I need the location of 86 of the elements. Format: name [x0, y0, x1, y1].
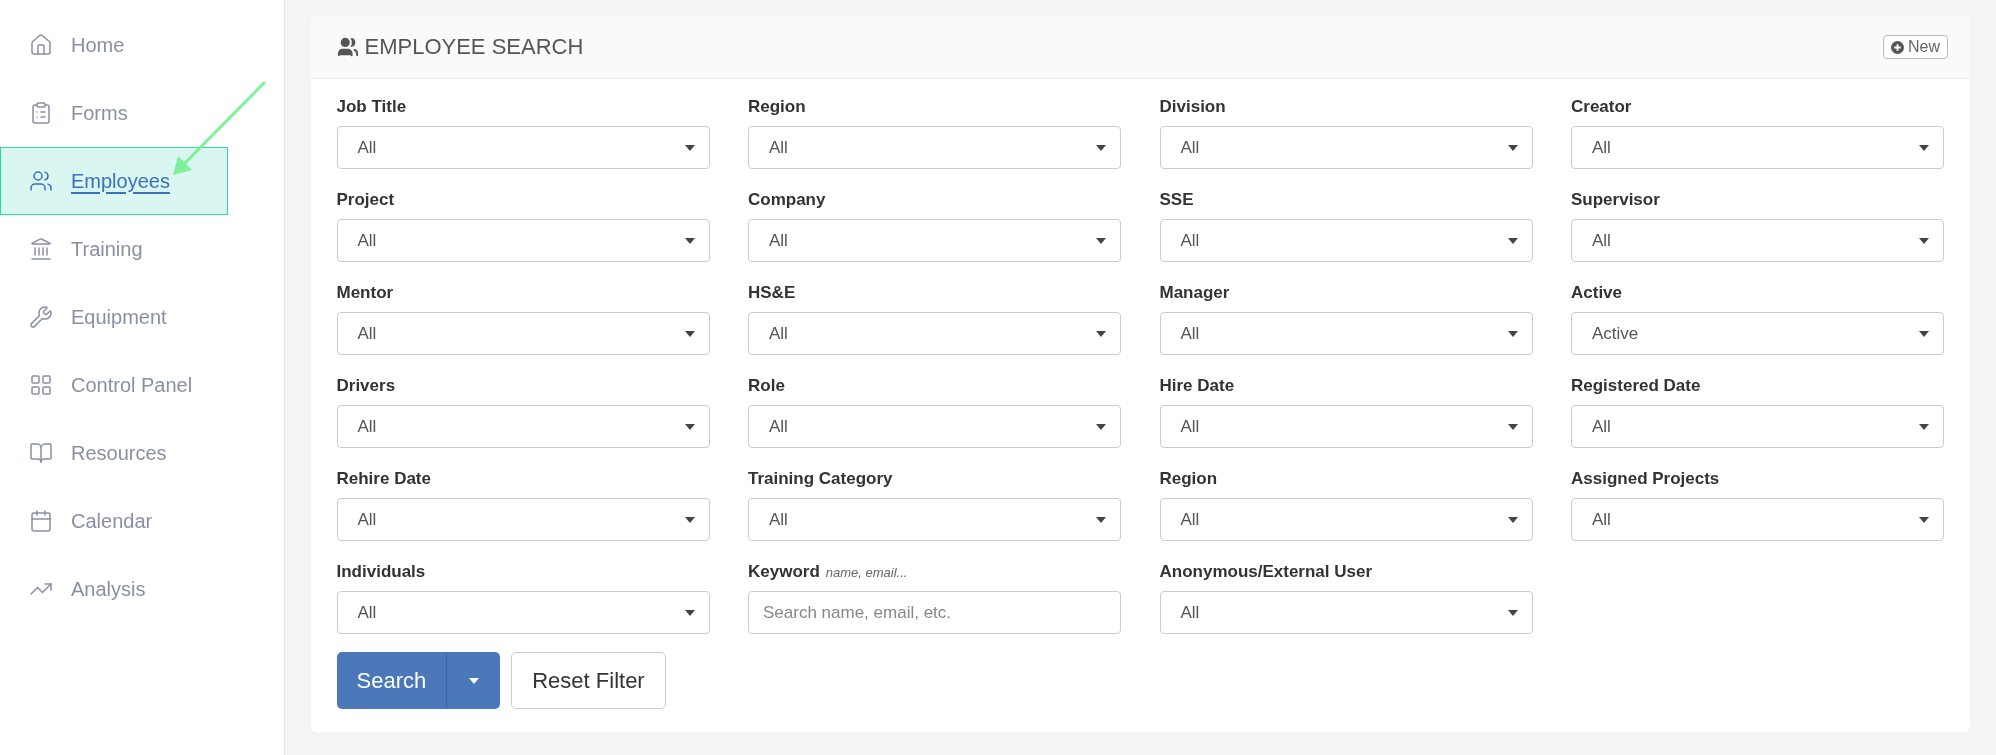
search-field[interactable]: Search name, email, etc. — [748, 591, 1121, 634]
caret-icon — [1096, 144, 1106, 151]
select-field[interactable]: All — [336, 219, 710, 262]
select-field[interactable]: All — [748, 312, 1121, 355]
sidebar-item[interactable]: Employees — [0, 147, 228, 215]
caret-icon — [1919, 330, 1929, 337]
select-field[interactable]: All — [748, 498, 1121, 541]
caret-icon — [1096, 423, 1106, 430]
book-icon — [29, 441, 53, 465]
caret-icon — [1919, 516, 1929, 523]
field-hint: name, email... — [825, 565, 908, 580]
field-label: Training Category — [748, 469, 893, 489]
select-field[interactable]: All — [748, 126, 1121, 169]
select-field[interactable]: All — [1571, 405, 1944, 448]
select-field[interactable]: All — [336, 312, 710, 355]
caret-icon — [684, 609, 695, 616]
field-label: Role — [748, 376, 785, 396]
wrench-icon — [29, 305, 53, 329]
select-field[interactable]: All — [1159, 498, 1533, 541]
field-label: Anonymous/External User — [1159, 562, 1373, 582]
people-icon — [29, 169, 53, 193]
caret-icon — [684, 237, 695, 244]
people-icon — [336, 36, 359, 58]
caret-icon — [1096, 330, 1106, 337]
field-label: Mentor — [336, 283, 394, 303]
field-label: Assigned Projects — [1571, 469, 1720, 489]
select-field[interactable]: All — [1159, 126, 1533, 169]
field-label: Hire Date — [1159, 376, 1235, 396]
select-field[interactable]: Active — [1571, 312, 1944, 355]
field-label: SSE — [1159, 190, 1194, 210]
caret-icon — [1507, 330, 1518, 337]
select-field[interactable]: All — [336, 405, 710, 448]
caret-icon — [684, 330, 695, 337]
caret-icon — [1919, 237, 1929, 244]
field-label: Keyword — [748, 562, 820, 582]
caret-icon — [684, 423, 695, 430]
grid-icon — [29, 373, 53, 397]
select-field[interactable]: All — [1159, 312, 1533, 355]
field-label: Active — [1571, 283, 1623, 303]
caret-icon — [684, 516, 695, 523]
field-label: Creator — [1571, 97, 1632, 117]
field-label: Supervisor — [1571, 190, 1660, 210]
caret-icon — [1919, 144, 1929, 151]
field-label: Registered Date — [1571, 376, 1701, 396]
field-label: Drivers — [336, 376, 396, 396]
caret-icon — [684, 144, 695, 151]
select-field[interactable]: All — [336, 498, 710, 541]
field-label: Region — [748, 97, 806, 117]
new-button[interactable]: New — [1883, 35, 1948, 59]
caret-icon — [1507, 237, 1518, 244]
calendar-icon — [29, 509, 53, 533]
reset-filter-button[interactable]: Reset Filter — [511, 652, 666, 709]
plus-circle-icon — [1891, 40, 1904, 54]
select-field[interactable]: All — [748, 219, 1121, 262]
select-field[interactable]: All — [1159, 591, 1533, 634]
caret-icon — [1507, 609, 1518, 616]
select-field[interactable]: All — [336, 591, 710, 634]
field-label: Job Title — [336, 97, 407, 117]
select-field[interactable]: All — [1571, 219, 1944, 262]
caret-icon — [1507, 516, 1518, 523]
field-label: Region — [1159, 469, 1218, 489]
select-field[interactable]: All — [1159, 219, 1533, 262]
caret-icon — [1507, 423, 1518, 430]
field-label: HS&E — [748, 283, 796, 303]
building-icon — [29, 237, 53, 261]
select-field[interactable]: All — [748, 405, 1121, 448]
panel-title: EMPLOYEE SEARCH — [364, 34, 584, 60]
select-field[interactable]: All — [1159, 405, 1533, 448]
field-label: Company — [748, 190, 826, 210]
caret-icon — [1096, 516, 1106, 523]
dropdown-button[interactable] — [447, 652, 501, 709]
field-label: Rehire Date — [336, 469, 431, 489]
field-label: Individuals — [336, 562, 426, 582]
caret-icon — [1507, 144, 1518, 151]
caret-icon — [1096, 237, 1106, 244]
caret-icon — [468, 677, 479, 684]
field-label: Division — [1159, 97, 1226, 117]
search-button[interactable]: Search — [336, 652, 448, 709]
house-icon — [29, 33, 53, 57]
field-label: Manager — [1159, 283, 1230, 303]
select-field[interactable]: All — [336, 126, 710, 169]
caret-icon — [1919, 423, 1929, 430]
clipboard-icon — [29, 101, 53, 125]
select-field[interactable]: All — [1571, 498, 1944, 541]
select-field[interactable]: All — [1571, 126, 1944, 169]
field-label: Project — [336, 190, 395, 210]
